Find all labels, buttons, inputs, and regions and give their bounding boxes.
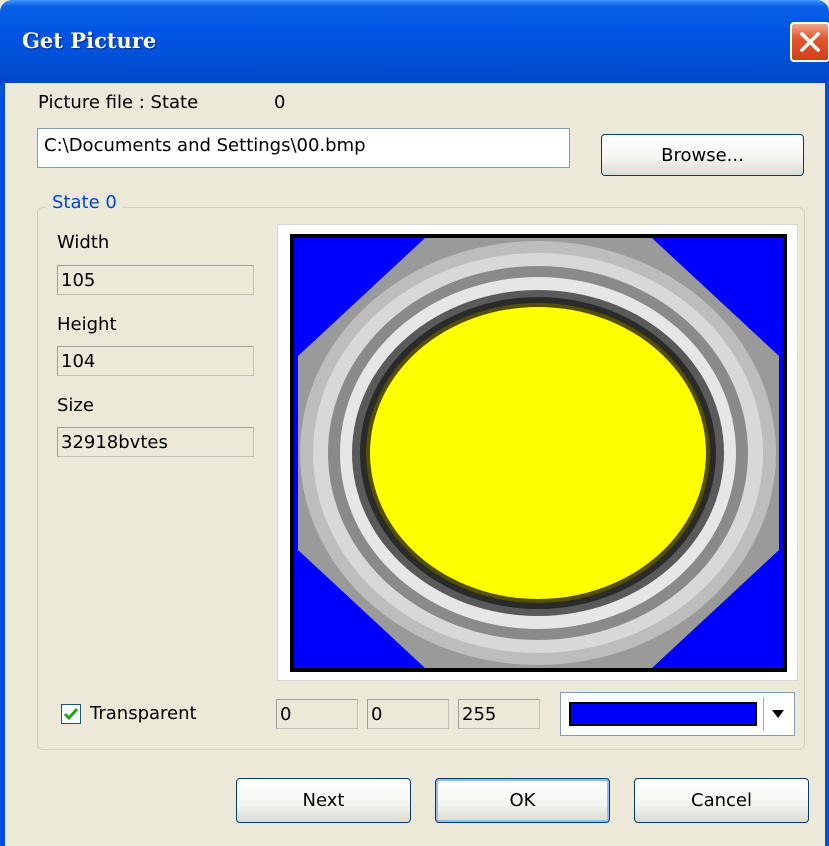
dropdown-arrow[interactable] — [763, 697, 791, 731]
blue-value: 255 — [458, 699, 540, 729]
next-button[interactable]: Next — [236, 778, 411, 823]
state-number: 0 — [274, 92, 286, 113]
file-path-input[interactable]: C:\Documents and Settings\00.bmp — [37, 128, 570, 168]
width-value: 105 — [57, 265, 254, 295]
ok-button[interactable]: OK — [435, 778, 610, 823]
size-value: 32918bvtes — [57, 427, 254, 457]
title-bar: Get Picture — [0, 0, 829, 83]
color-swatch — [569, 702, 757, 726]
window-title: Get Picture — [22, 28, 157, 53]
window-frame-left — [0, 83, 5, 846]
picture-file-label: Picture file : State — [38, 92, 199, 113]
checkmark-icon — [63, 708, 79, 721]
close-button[interactable] — [790, 22, 829, 62]
width-label: Width — [57, 232, 110, 253]
red-value: 0 — [276, 699, 358, 729]
height-label: Height — [57, 314, 117, 335]
button-image — [290, 234, 787, 672]
transparent-checkbox[interactable] — [61, 704, 81, 724]
green-value: 0 — [367, 699, 449, 729]
transparent-label: Transparent — [90, 703, 197, 724]
cancel-button[interactable]: Cancel — [634, 778, 809, 823]
height-value: 104 — [57, 346, 254, 376]
close-icon — [800, 32, 820, 52]
window-frame-right — [825, 83, 829, 846]
chevron-down-icon — [772, 710, 784, 718]
size-label: Size — [57, 395, 94, 416]
browse-button[interactable]: Browse... — [601, 134, 804, 176]
color-picker-dropdown[interactable] — [560, 692, 795, 736]
picture-preview — [277, 224, 798, 681]
group-title: State 0 — [46, 192, 123, 213]
